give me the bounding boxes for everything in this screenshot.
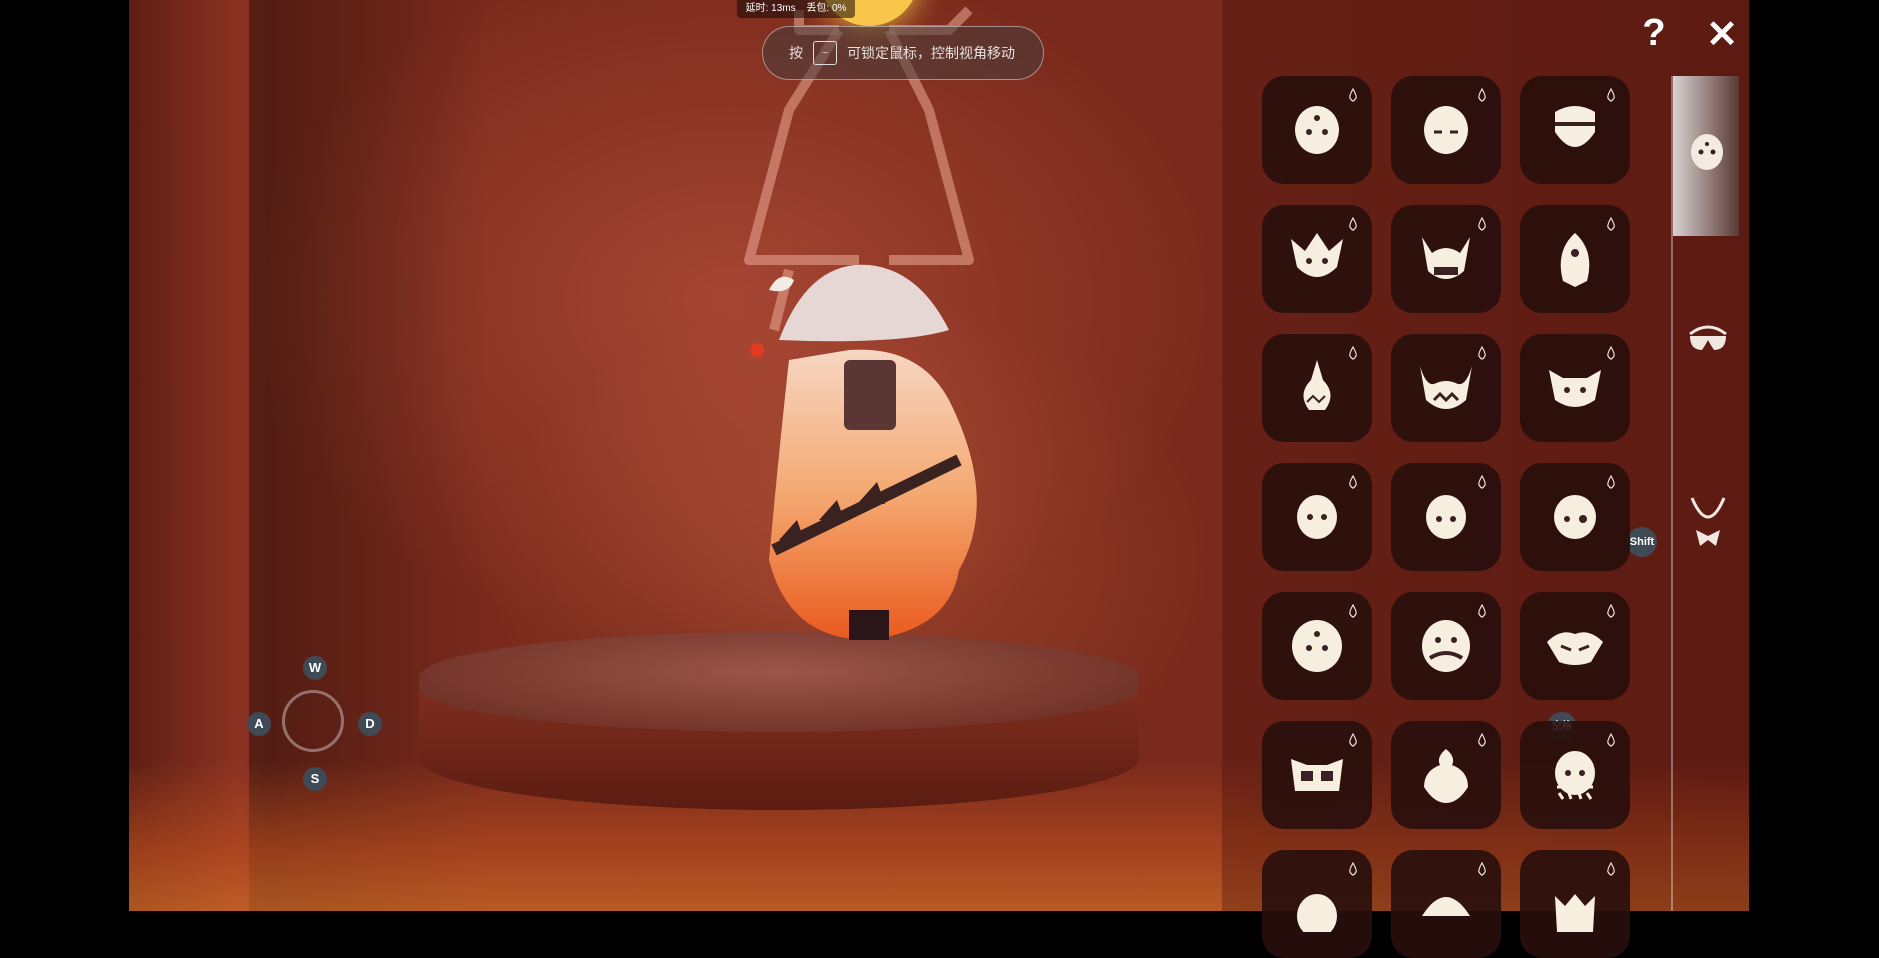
droplet-icon [1478, 475, 1486, 489]
droplet-icon [1349, 733, 1357, 747]
mask-bat-slot[interactable] [1520, 592, 1630, 700]
droplet-icon [1478, 604, 1486, 618]
mask-spiky-crown-slot[interactable] [1262, 205, 1372, 313]
mask-goggles-icon [1291, 759, 1343, 791]
mask-bull-horns-icon [1420, 366, 1472, 409]
mouse-lock-hint: 按 ~ 可锁定鼠标，控制视角移动 [762, 26, 1044, 80]
droplet-icon [1607, 604, 1615, 618]
mask-partial-3-icon [1555, 894, 1595, 932]
hint-prefix: 按 [789, 45, 803, 61]
droplet-icon [1607, 862, 1615, 876]
droplet-icon [1349, 475, 1357, 489]
tab-necklace[interactable] [1673, 490, 1739, 570]
mask-bird-helmet-slot[interactable] [1391, 721, 1501, 829]
help-icon[interactable]: ? [1636, 14, 1672, 52]
mask-sleepy-icon [1424, 106, 1468, 154]
droplet-icon [1478, 346, 1486, 360]
player-character [750, 264, 977, 640]
key-d[interactable]: D [358, 712, 382, 736]
mask-bird-helmet-icon [1424, 749, 1468, 803]
key-s[interactable]: S [303, 767, 327, 791]
mask-fringe-icon [1555, 751, 1595, 800]
network-stats: 延时: 13ms 丢包: 0% [737, 0, 855, 18]
mask-round-small-2-slot[interactable] [1391, 463, 1501, 571]
droplet-icon [1607, 217, 1615, 231]
mask-round-patch-slot[interactable] [1520, 463, 1630, 571]
mask-teardrop-tribal-icon [1560, 233, 1590, 287]
necklace-icon [1690, 497, 1726, 546]
mask-winged-icon [1549, 370, 1601, 407]
droplet-icon [1478, 217, 1486, 231]
key-a[interactable]: A [247, 712, 271, 736]
mask-partial-2-icon [1422, 897, 1470, 916]
mask-bat-icon [1547, 632, 1603, 665]
mask-plain-dots-icon [1295, 106, 1339, 154]
mask-mustache-slot[interactable] [1391, 592, 1501, 700]
glasses-icon [1689, 325, 1727, 350]
hint-text: 可锁定鼠标，控制视角移动 [847, 45, 1015, 61]
mask-round-big-icon [1292, 620, 1342, 672]
key-w[interactable]: W [303, 656, 327, 680]
mask-partial-3-slot[interactable] [1520, 850, 1630, 958]
mask-round-small-2-icon [1426, 495, 1466, 539]
mask-partial-1-icon [1297, 894, 1337, 932]
droplet-icon [1349, 88, 1357, 102]
droplet-icon [1349, 862, 1357, 876]
mask-round-big-slot[interactable] [1262, 592, 1372, 700]
droplet-icon [1607, 733, 1615, 747]
mask-round-small-slot[interactable] [1262, 463, 1372, 571]
mask-teardrop-tribal-slot[interactable] [1520, 205, 1630, 313]
stone-platform-top [419, 632, 1139, 732]
tab-glasses[interactable] [1673, 300, 1739, 380]
droplet-icon [1478, 733, 1486, 747]
mask-round-patch-icon [1554, 495, 1596, 539]
mask-tall-fang-icon [1303, 360, 1331, 410]
mask-bull-horns-slot[interactable] [1391, 334, 1501, 442]
mask-round-small-icon [1297, 495, 1337, 539]
mask-goggles-slot[interactable] [1262, 721, 1372, 829]
droplet-icon [1349, 604, 1357, 618]
mask-headband-slot[interactable] [1520, 76, 1630, 184]
mask-winged-slot[interactable] [1520, 334, 1630, 442]
mask-fringe-slot[interactable] [1520, 721, 1630, 829]
mask-horned-skull-slot[interactable] [1391, 205, 1501, 313]
mask-icon [1691, 134, 1723, 170]
tilde-key-icon: ~ [813, 41, 837, 65]
tab-masks[interactable] [1673, 76, 1739, 236]
mask-partial-1-slot[interactable] [1262, 850, 1372, 958]
mask-plain-dots-slot[interactable] [1262, 76, 1372, 184]
mask-spiky-crown-icon [1291, 233, 1343, 277]
droplet-icon [1607, 346, 1615, 360]
droplet-icon [1607, 475, 1615, 489]
movement-joystick[interactable] [282, 690, 344, 752]
droplet-icon [1607, 88, 1615, 102]
droplet-icon [1478, 88, 1486, 102]
mask-horned-skull-icon [1422, 237, 1470, 279]
mask-headband-icon [1555, 106, 1595, 147]
shift-key-badge[interactable]: Shift [1627, 527, 1657, 557]
mask-sleepy-slot[interactable] [1391, 76, 1501, 184]
mask-partial-2-slot[interactable] [1391, 850, 1501, 958]
packet-loss-text: 丢包: 0% [806, 3, 847, 14]
latency-text: 延时: 13ms [745, 3, 796, 14]
close-icon[interactable]: ✕ [1702, 16, 1742, 54]
droplet-icon [1478, 862, 1486, 876]
droplet-icon [1349, 217, 1357, 231]
droplet-icon [1349, 346, 1357, 360]
mask-tall-fang-slot[interactable] [1262, 334, 1372, 442]
mask-mustache-icon [1422, 620, 1470, 672]
